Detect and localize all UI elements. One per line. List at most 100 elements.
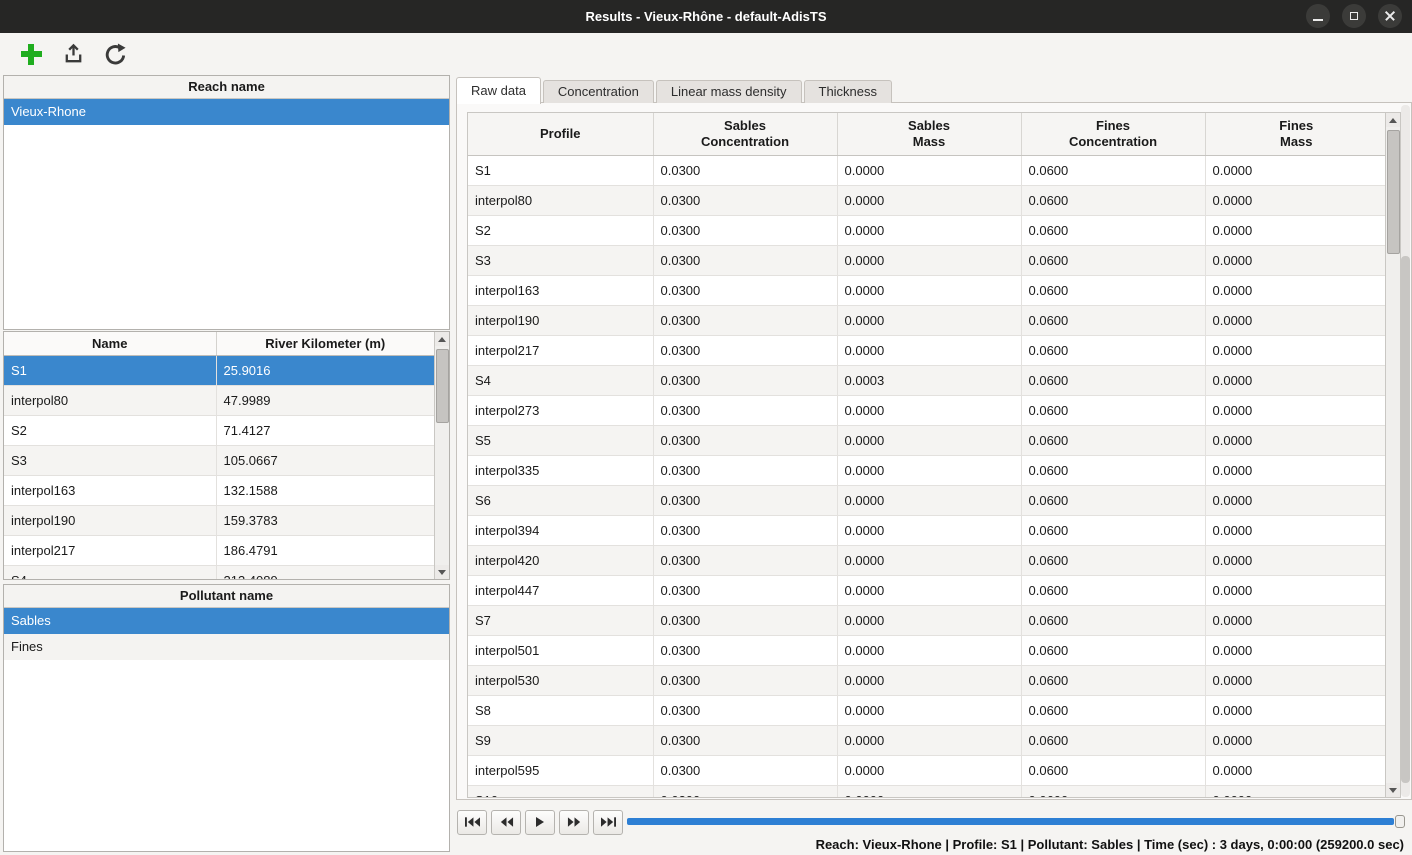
time-slider-handle[interactable] <box>1395 815 1405 828</box>
results-cell-fines-mass[interactable]: 0.0000 <box>1205 426 1387 456</box>
results-row[interactable]: interpol217 0.0300 0.0000 0.0600 0.0000 <box>468 336 1387 366</box>
results-cell-sables-mass[interactable]: 0.0000 <box>837 156 1021 186</box>
results-cell-fines-mass[interactable]: 0.0000 <box>1205 486 1387 516</box>
results-cell-sables-mass[interactable]: 0.0000 <box>837 276 1021 306</box>
results-cell-fines-concentration[interactable]: 0.0600 <box>1021 516 1205 546</box>
results-cell-sables-concentration[interactable]: 0.0300 <box>653 456 837 486</box>
profile-km-cell[interactable]: 213.4089 <box>216 566 434 581</box>
results-cell-sables-concentration[interactable]: 0.0300 <box>653 756 837 786</box>
results-row[interactable]: S8 0.0300 0.0000 0.0600 0.0000 <box>468 696 1387 726</box>
results-cell-profile[interactable]: interpol273 <box>468 396 653 426</box>
refresh-button[interactable] <box>102 41 128 67</box>
results-cell-fines-concentration[interactable]: 0.0600 <box>1021 276 1205 306</box>
results-cell-fines-concentration[interactable]: 0.0600 <box>1021 666 1205 696</box>
results-cell-sables-concentration[interactable]: 0.0300 <box>653 156 837 186</box>
results-cell-fines-mass[interactable]: 0.0000 <box>1205 366 1387 396</box>
results-cell-sables-concentration[interactable]: 0.0300 <box>653 216 837 246</box>
results-cell-profile[interactable]: interpol501 <box>468 636 653 666</box>
results-row[interactable]: interpol163 0.0300 0.0000 0.0600 0.0000 <box>468 276 1387 306</box>
results-cell-profile[interactable]: S8 <box>468 696 653 726</box>
results-cell-profile[interactable]: S3 <box>468 246 653 276</box>
results-cell-fines-mass[interactable]: 0.0000 <box>1205 696 1387 726</box>
results-cell-sables-concentration[interactable]: 0.0300 <box>653 426 837 456</box>
results-cell-sables-mass[interactable]: 0.0000 <box>837 396 1021 426</box>
results-row[interactable]: interpol394 0.0300 0.0000 0.0600 0.0000 <box>468 516 1387 546</box>
results-cell-sables-concentration[interactable]: 0.0300 <box>653 696 837 726</box>
results-cell-sables-concentration[interactable]: 0.0300 <box>653 516 837 546</box>
results-cell-fines-mass[interactable]: 0.0000 <box>1205 396 1387 426</box>
profile-name-cell[interactable]: S1 <box>4 356 216 386</box>
tab[interactable]: Concentration <box>543 80 654 103</box>
results-cell-fines-concentration[interactable]: 0.0600 <box>1021 726 1205 756</box>
reach-item[interactable]: Vieux-Rhone <box>4 99 449 125</box>
results-cell-profile[interactable]: interpol420 <box>468 546 653 576</box>
results-cell-profile[interactable]: S7 <box>468 606 653 636</box>
time-slider[interactable] <box>627 816 1405 828</box>
results-cell-profile[interactable]: interpol190 <box>468 306 653 336</box>
results-cell-fines-mass[interactable]: 0.0000 <box>1205 666 1387 696</box>
results-cell-profile[interactable]: S10 <box>468 786 653 799</box>
profile-km-cell[interactable]: 25.9016 <box>216 356 434 386</box>
results-cell-fines-mass[interactable]: 0.0000 <box>1205 336 1387 366</box>
skip-to-start-button[interactable] <box>457 810 487 835</box>
results-cell-sables-mass[interactable]: 0.0000 <box>837 426 1021 456</box>
results-cell-sables-concentration[interactable]: 0.0300 <box>653 576 837 606</box>
results-scrollbar-thumb[interactable] <box>1387 130 1400 254</box>
maximize-button[interactable] <box>1342 4 1366 28</box>
profile-row[interactable]: S2 71.4127 <box>4 416 434 446</box>
results-cell-profile[interactable]: interpol394 <box>468 516 653 546</box>
results-cell-fines-mass[interactable]: 0.0000 <box>1205 606 1387 636</box>
results-cell-sables-mass[interactable]: 0.0000 <box>837 336 1021 366</box>
results-cell-profile[interactable]: interpol80 <box>468 186 653 216</box>
results-cell-sables-mass[interactable]: 0.0003 <box>837 366 1021 396</box>
results-cell-sables-mass[interactable]: 0.0000 <box>837 246 1021 276</box>
results-cell-fines-mass[interactable]: 0.0000 <box>1205 786 1387 799</box>
profile-km-cell[interactable]: 159.3783 <box>216 506 434 536</box>
results-row[interactable]: interpol595 0.0300 0.0000 0.0600 0.0000 <box>468 756 1387 786</box>
results-cell-profile[interactable]: S9 <box>468 726 653 756</box>
results-cell-fines-concentration[interactable]: 0.0600 <box>1021 606 1205 636</box>
results-cell-fines-concentration[interactable]: 0.0600 <box>1021 486 1205 516</box>
results-cell-fines-mass[interactable]: 0.0000 <box>1205 246 1387 276</box>
results-cell-fines-concentration[interactable]: 0.0600 <box>1021 426 1205 456</box>
profile-km-cell[interactable]: 47.9989 <box>216 386 434 416</box>
results-cell-profile[interactable]: interpol217 <box>468 336 653 366</box>
results-cell-profile[interactable]: interpol335 <box>468 456 653 486</box>
results-cell-fines-concentration[interactable]: 0.0600 <box>1021 636 1205 666</box>
profiles-scrollbar[interactable] <box>434 332 449 579</box>
results-cell-fines-mass[interactable]: 0.0000 <box>1205 186 1387 216</box>
profile-name-cell[interactable]: interpol80 <box>4 386 216 416</box>
results-cell-fines-mass[interactable]: 0.0000 <box>1205 516 1387 546</box>
add-button[interactable] <box>18 41 44 67</box>
results-cell-sables-mass[interactable]: 0.0000 <box>837 186 1021 216</box>
scroll-up-icon[interactable] <box>435 332 449 346</box>
results-row[interactable]: S3 0.0300 0.0000 0.0600 0.0000 <box>468 246 1387 276</box>
results-cell-fines-mass[interactable]: 0.0000 <box>1205 726 1387 756</box>
results-cell-fines-concentration[interactable]: 0.0600 <box>1021 786 1205 799</box>
results-cell-sables-concentration[interactable]: 0.0300 <box>653 546 837 576</box>
results-cell-sables-concentration[interactable]: 0.0300 <box>653 246 837 276</box>
results-row[interactable]: interpol501 0.0300 0.0000 0.0600 0.0000 <box>468 636 1387 666</box>
fast-forward-button[interactable] <box>559 810 589 835</box>
results-cell-profile[interactable]: S1 <box>468 156 653 186</box>
results-cell-profile[interactable]: S2 <box>468 216 653 246</box>
results-row[interactable]: S9 0.0300 0.0000 0.0600 0.0000 <box>468 726 1387 756</box>
profile-name-cell[interactable]: S2 <box>4 416 216 446</box>
results-cell-fines-concentration[interactable]: 0.0600 <box>1021 156 1205 186</box>
results-cell-sables-mass[interactable]: 0.0000 <box>837 606 1021 636</box>
results-cell-sables-mass[interactable]: 0.0000 <box>837 756 1021 786</box>
results-cell-sables-concentration[interactable]: 0.0300 <box>653 786 837 799</box>
results-cell-sables-concentration[interactable]: 0.0300 <box>653 186 837 216</box>
pollutant-item[interactable]: Fines <box>4 634 449 660</box>
results-cell-sables-concentration[interactable]: 0.0300 <box>653 726 837 756</box>
results-row[interactable]: S6 0.0300 0.0000 0.0600 0.0000 <box>468 486 1387 516</box>
profile-row[interactable]: S3 105.0667 <box>4 446 434 476</box>
tab[interactable]: Linear mass density <box>656 80 802 103</box>
results-row[interactable]: S7 0.0300 0.0000 0.0600 0.0000 <box>468 606 1387 636</box>
results-cell-sables-mass[interactable]: 0.0000 <box>837 306 1021 336</box>
rewind-button[interactable] <box>491 810 521 835</box>
results-cell-fines-mass[interactable]: 0.0000 <box>1205 756 1387 786</box>
tab[interactable]: Raw data <box>456 77 541 104</box>
profile-name-cell[interactable]: interpol190 <box>4 506 216 536</box>
results-cell-sables-mass[interactable]: 0.0000 <box>837 786 1021 799</box>
